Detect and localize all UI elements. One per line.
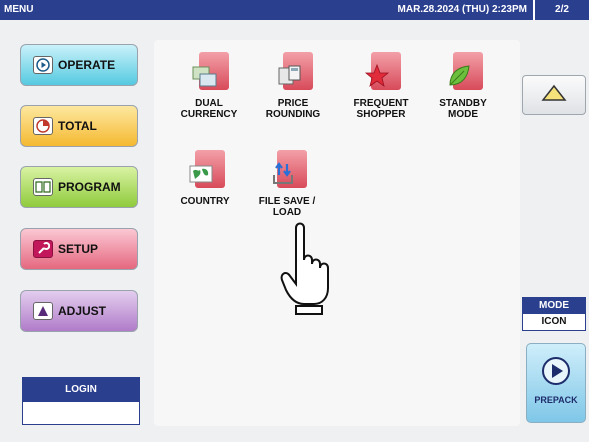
setup-button[interactable]: SETUP [20,228,138,270]
screen-title: MENU [4,4,34,15]
dual-currency-label: DUAL CURRENCY [180,98,238,120]
operate-label: OPERATE [58,58,116,72]
pointing-hand-icon [278,216,338,321]
program-label: PROGRAM [58,180,121,194]
country-button[interactable]: COUNTRY [170,150,240,207]
title-bar: MENU MAR.28.2024 (THU) 2:23PM 2/2 [0,0,589,20]
pie-chart-icon [33,117,53,135]
leaf-icon [445,62,473,90]
datetime: MAR.28.2024 (THU) 2:23PM [397,4,527,15]
standby-mode-label: STANDBY MODE [439,98,487,120]
operate-button[interactable]: OPERATE [20,44,138,86]
login-label: LOGIN [23,378,139,402]
login-value [23,402,139,424]
file-save-load-label: FILE SAVE / LOAD [258,196,316,218]
play-circle-icon [527,356,585,391]
file-transfer-icon [269,160,297,188]
page-indicator: 2/2 [533,0,589,20]
setup-label: SETUP [58,242,99,256]
globe-icon [187,160,215,188]
total-label: TOTAL [58,119,97,133]
wrench-icon [33,240,53,258]
dual-currency-icon [191,62,219,90]
dual-currency-button[interactable]: DUAL CURRENCY [174,52,244,120]
file-save-load-button[interactable]: FILE SAVE / LOAD [252,150,322,218]
play-icon [33,56,53,74]
mode-label: MODE [523,298,585,314]
prepack-label: PREPACK [534,395,578,405]
gauge-icon [33,302,53,320]
total-button[interactable]: TOTAL [20,105,138,147]
program-button[interactable]: PROGRAM [20,166,138,208]
frequent-shopper-label: FREQUENT SHOPPER [353,98,409,120]
price-rounding-button[interactable]: PRICE ROUNDING [258,52,328,120]
mode-indicator[interactable]: MODE ICON [522,297,586,331]
adjust-button[interactable]: ADJUST [20,290,138,332]
mode-value: ICON [541,316,567,327]
book-icon [33,178,53,196]
star-icon [363,62,391,90]
calculator-icon [275,62,303,90]
prepack-button[interactable]: PREPACK [526,343,586,423]
page-up-button[interactable] [522,75,586,115]
triangle-up-icon [541,84,567,107]
price-rounding-label: PRICE ROUNDING [265,98,321,120]
country-label: COUNTRY [180,196,230,207]
adjust-label: ADJUST [58,304,107,318]
standby-mode-button[interactable]: STANDBY MODE [428,52,498,120]
login-box[interactable]: LOGIN [22,377,140,425]
frequent-shopper-button[interactable]: FREQUENT SHOPPER [346,52,416,120]
